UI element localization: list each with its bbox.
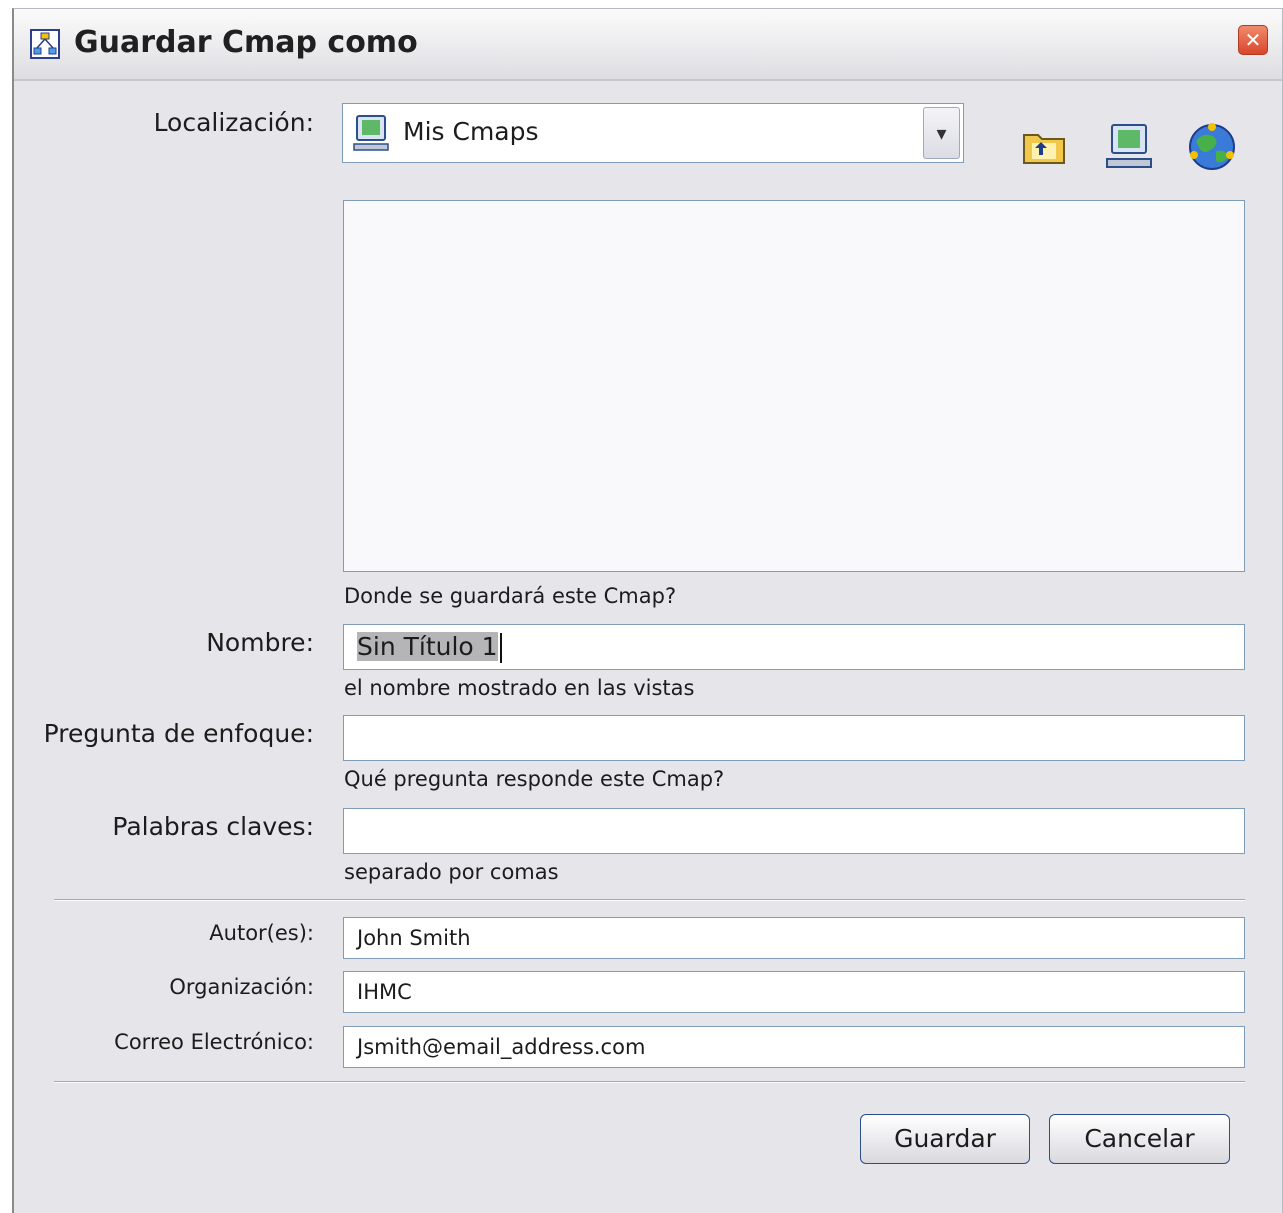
organization-label: Organización: (169, 975, 314, 999)
separator (54, 899, 1245, 901)
chevron-down-icon: ▾ (936, 121, 947, 145)
location-browser-list[interactable] (343, 200, 1245, 572)
focus-question-hint: Qué pregunta responde este Cmap? (344, 767, 725, 791)
close-icon: ✕ (1244, 28, 1262, 52)
my-cmaps-button[interactable] (1104, 121, 1154, 173)
name-hint: el nombre mostrado en las vistas (344, 676, 695, 700)
organization-field[interactable]: IHMC (343, 971, 1245, 1013)
folder-up-icon (1023, 134, 1065, 164)
folder-up-button[interactable] (1020, 121, 1070, 173)
focus-question-label: Pregunta de enfoque: (43, 719, 314, 748)
author-field[interactable]: John Smith (343, 917, 1245, 959)
keywords-field[interactable] (343, 808, 1245, 854)
save-cmap-dialog: Guardar Cmap como ✕ Localización: Mis Cm… (12, 8, 1283, 1213)
computer-icon (353, 114, 389, 154)
location-value: Mis Cmaps (403, 117, 539, 146)
text-caret (499, 633, 502, 663)
email-field[interactable]: Jsmith@email_address.com (343, 1026, 1245, 1068)
browser-hint: Donde se guardará este Cmap? (344, 584, 677, 608)
cancel-button[interactable]: Cancelar (1049, 1114, 1230, 1164)
shared-places-globe-icon (1189, 123, 1235, 170)
save-button[interactable]: Guardar (860, 1114, 1030, 1164)
separator (54, 1081, 1245, 1083)
title-bar[interactable]: Guardar Cmap como ✕ (14, 9, 1282, 81)
cmap-app-icon (30, 29, 60, 59)
shared-places-button[interactable] (1186, 121, 1236, 173)
name-value: Sin Título 1 (357, 632, 498, 661)
dropdown-button[interactable]: ▾ (923, 107, 960, 159)
keywords-hint: separado por comas (344, 860, 559, 884)
email-label: Correo Electrónico: (114, 1030, 314, 1054)
location-label: Localización: (153, 108, 314, 137)
name-label: Nombre: (206, 628, 314, 657)
author-label: Autor(es): (209, 921, 314, 945)
dialog-title: Guardar Cmap como (74, 25, 418, 60)
my-cmaps-computer-icon (1106, 124, 1152, 168)
keywords-label: Palabras claves: (112, 812, 314, 841)
location-combobox[interactable]: Mis Cmaps ▾ (342, 103, 964, 163)
close-button[interactable]: ✕ (1238, 25, 1268, 55)
focus-question-field[interactable] (343, 715, 1245, 761)
name-field[interactable]: Sin Título 1 (343, 624, 1245, 670)
